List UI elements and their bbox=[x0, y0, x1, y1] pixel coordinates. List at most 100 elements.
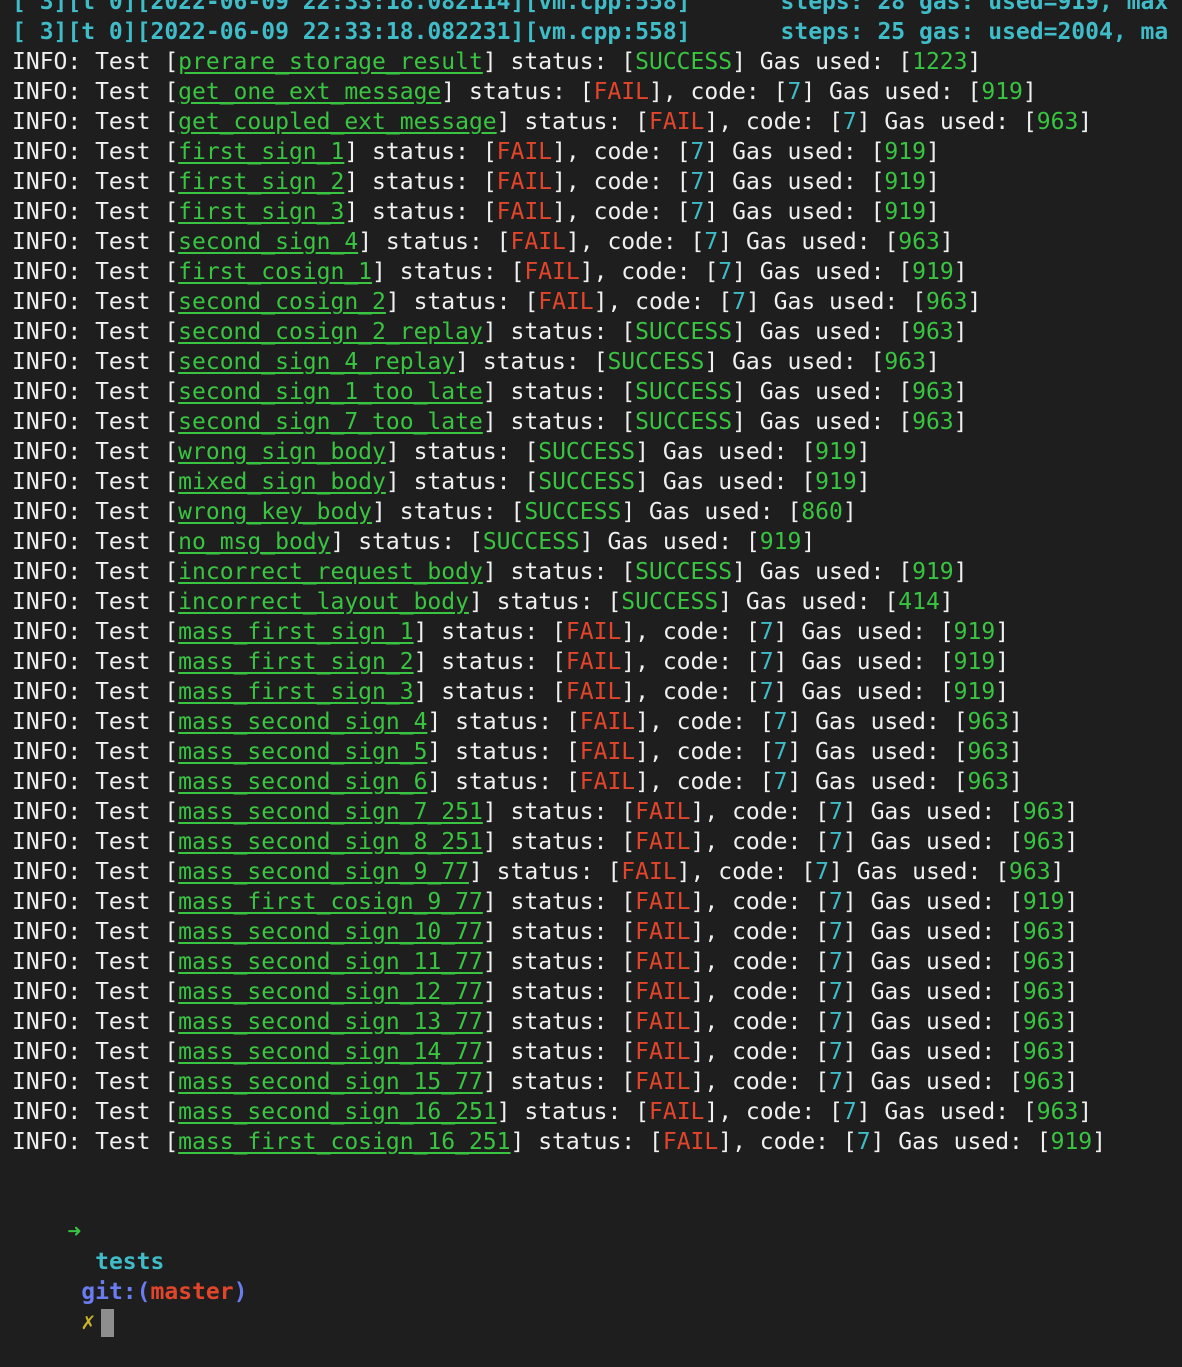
log-header-prefix: [ 3][t 0][2022-06-09 22:33:18.082114][vm… bbox=[12, 0, 691, 15]
status-label: ] status: [ bbox=[468, 589, 622, 615]
test-name: mass_second_sign_16_251 bbox=[178, 1099, 497, 1125]
shell-prompt[interactable]: ➜ tests git:(master) ✗ bbox=[12, 1187, 1182, 1337]
error-code: 7 bbox=[773, 769, 788, 795]
status-label: ] status: [ bbox=[372, 259, 525, 285]
gas-label: ] Gas used: [ bbox=[842, 979, 1023, 1005]
closing-bracket: ] bbox=[1064, 799, 1079, 825]
info-label: INFO: Test [ bbox=[12, 49, 179, 75]
test-result-line: INFO: Test [mass_first_sign_1] status: [… bbox=[12, 617, 1182, 647]
gas-label: ] Gas used: [ bbox=[732, 319, 913, 345]
test-result-line: INFO: Test [mass_second_sign_10_77] stat… bbox=[12, 917, 1182, 947]
closing-bracket: ] bbox=[1009, 769, 1023, 795]
error-code: 7 bbox=[815, 859, 830, 885]
test-result-line: INFO: Test [second_sign_4] status: [FAIL… bbox=[12, 227, 1182, 257]
code-label: ], code: [ bbox=[704, 1099, 843, 1125]
error-code: 7 bbox=[759, 649, 774, 675]
test-result-line: INFO: Test [incorrect_request_body] stat… bbox=[12, 557, 1182, 587]
test-name: mass_first_cosign_9_77 bbox=[178, 889, 483, 915]
status-label: ] status: [ bbox=[427, 769, 580, 795]
test-name: second_cosign_2 bbox=[178, 289, 386, 315]
status-badge: FAIL bbox=[635, 1009, 691, 1035]
closing-bracket: ] bbox=[856, 439, 871, 465]
error-code: 7 bbox=[829, 829, 843, 855]
test-name: mass_first_sign_2 bbox=[178, 649, 414, 675]
info-label: INFO: Test [ bbox=[12, 769, 179, 795]
error-code: 7 bbox=[732, 289, 746, 315]
status-label: ] status: [ bbox=[496, 109, 649, 135]
status-badge: SUCCESS bbox=[635, 409, 733, 435]
gas-label: ] Gas used: [ bbox=[621, 499, 802, 525]
test-result-line: INFO: Test [mass_first_cosign_9_77] stat… bbox=[12, 887, 1182, 917]
code-label: ], code: [ bbox=[579, 259, 719, 285]
gas-label: ] Gas used: [ bbox=[787, 739, 968, 765]
test-result-line: INFO: Test [second_sign_7_too_late] stat… bbox=[12, 407, 1182, 437]
gas-label: ] Gas used: [ bbox=[732, 259, 913, 285]
gas-used: 963 bbox=[967, 769, 1010, 795]
error-code: 7 bbox=[759, 679, 774, 705]
gas-used: 963 bbox=[1022, 829, 1065, 855]
gas-label: ] Gas used: [ bbox=[579, 529, 760, 555]
status-badge: FAIL bbox=[635, 799, 691, 825]
closing-bracket: ] bbox=[939, 589, 954, 615]
error-code: 7 bbox=[773, 739, 788, 765]
test-name: mass_second_sign_15_77 bbox=[178, 1069, 483, 1095]
log-header-prefix: [ 3][t 0][2022-06-09 22:33:18.082231][vm… bbox=[12, 19, 691, 45]
gas-label: ] Gas used: [ bbox=[842, 919, 1023, 945]
info-label: INFO: Test [ bbox=[12, 139, 179, 165]
closing-bracket: ] bbox=[1009, 709, 1023, 735]
test-name: mass_second_sign_13_77 bbox=[178, 1009, 483, 1035]
gas-label: ] Gas used: [ bbox=[870, 1129, 1051, 1155]
prompt-git-label: git:( bbox=[81, 1279, 151, 1305]
gas-label: ] Gas used: [ bbox=[635, 469, 816, 495]
gas-label: ] Gas used: [ bbox=[718, 589, 899, 615]
closing-bracket: ] bbox=[925, 199, 940, 225]
status-label: ] status: [ bbox=[413, 649, 566, 675]
status-badge: SUCCESS bbox=[482, 529, 580, 555]
closing-bracket: ] bbox=[1022, 79, 1037, 105]
status-badge: FAIL bbox=[593, 79, 649, 105]
code-label: ], code: [ bbox=[565, 229, 705, 255]
error-code: 7 bbox=[829, 1069, 843, 1095]
test-result-line: INFO: Test [mass_first_cosign_16_251] st… bbox=[12, 1127, 1182, 1157]
gas-used: 963 bbox=[912, 409, 954, 435]
gas-label: ] Gas used: [ bbox=[801, 79, 982, 105]
log-header-line: [ 3][t 0][2022-06-09 22:33:18.082114][vm… bbox=[12, 0, 1182, 17]
cursor[interactable] bbox=[101, 1308, 115, 1337]
status-label: ] status: [ bbox=[482, 889, 636, 915]
gas-label: ] Gas used: [ bbox=[856, 109, 1037, 135]
status-label: ] status: [ bbox=[482, 949, 636, 975]
info-label: INFO: Test [ bbox=[12, 499, 179, 525]
test-result-line: INFO: Test [mass_second_sign_12_77] stat… bbox=[12, 977, 1182, 1007]
closing-bracket: ] bbox=[953, 409, 968, 435]
closing-bracket: ] bbox=[967, 289, 982, 315]
terminal-window[interactable]: [ 3][t 0][2022-06-09 22:33:18.082114][vm… bbox=[12, 0, 1182, 1337]
closing-bracket: ] bbox=[1009, 739, 1023, 765]
status-label: ] status: [ bbox=[344, 199, 497, 225]
status-badge: FAIL bbox=[579, 709, 636, 735]
gas-label: ] Gas used: [ bbox=[732, 379, 913, 405]
code-label: ], code: [ bbox=[621, 619, 760, 645]
info-label: INFO: Test [ bbox=[12, 109, 179, 135]
info-label: INFO: Test [ bbox=[12, 589, 179, 615]
code-label: ], code: [ bbox=[690, 979, 830, 1005]
error-code: 7 bbox=[759, 619, 774, 645]
status-badge: SUCCESS bbox=[524, 499, 622, 525]
info-label: INFO: Test [ bbox=[12, 349, 179, 375]
gas-used: 963 bbox=[1022, 949, 1065, 975]
test-result-line: INFO: Test [first_sign_1] status: [FAIL]… bbox=[12, 137, 1182, 167]
test-name: mass_second_sign_7_251 bbox=[178, 799, 483, 825]
status-badge: FAIL bbox=[635, 829, 691, 855]
closing-bracket: ] bbox=[1078, 1099, 1093, 1125]
gas-used: 963 bbox=[898, 229, 940, 255]
code-label: ], code: [ bbox=[690, 949, 830, 975]
status-badge: FAIL bbox=[579, 739, 636, 765]
prompt-git-close: ) bbox=[233, 1279, 248, 1305]
gas-used: 963 bbox=[912, 379, 954, 405]
gas-label: ] Gas used: [ bbox=[732, 409, 913, 435]
gas-used: 963 bbox=[1009, 859, 1051, 885]
code-label: ], code: [ bbox=[635, 709, 774, 735]
closing-bracket: ] bbox=[1092, 1129, 1106, 1155]
gas-used: 963 bbox=[1022, 1039, 1065, 1065]
test-result-line: INFO: Test [second_cosign_2] status: [FA… bbox=[12, 287, 1182, 317]
closing-bracket: ] bbox=[842, 499, 857, 525]
